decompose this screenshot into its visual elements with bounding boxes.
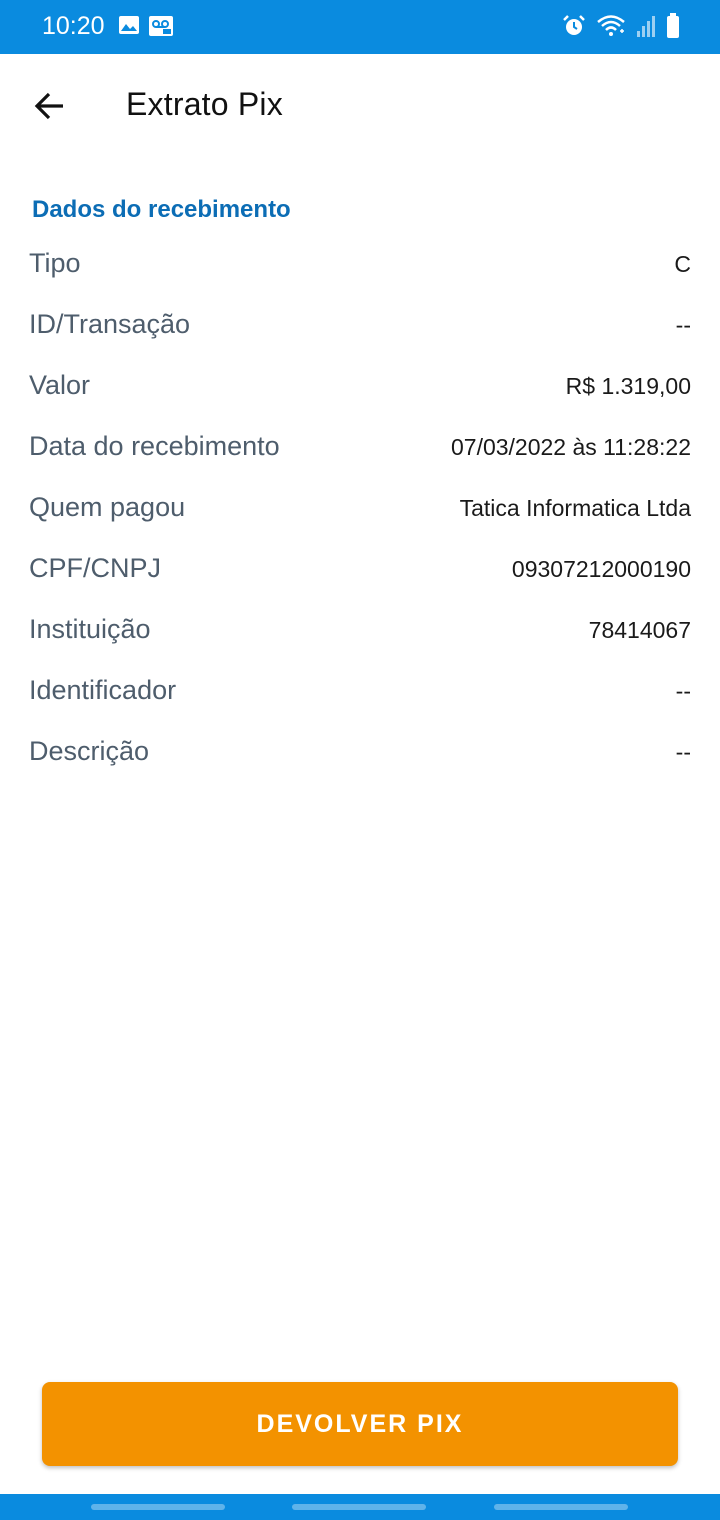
page-title: Extrato Pix: [126, 86, 283, 122]
alarm-icon: [562, 14, 586, 38]
detail-label: Instituição: [29, 614, 151, 644]
detail-label: Descrição: [29, 736, 150, 766]
nav-handle[interactable]: [494, 1504, 628, 1510]
detail-row-id-transacao: ID/Transação --: [0, 295, 720, 356]
section-title: Dados do recebimento: [32, 196, 291, 223]
detail-row-data-recebimento: Data do recebimento 07/03/2022 às 11:28:…: [0, 417, 720, 478]
arrow-left-icon: [34, 92, 63, 120]
detail-value: R$ 1.319,00: [565, 373, 691, 399]
detail-value: C: [674, 251, 691, 277]
detail-row-identificador: Identificador --: [0, 661, 720, 722]
detail-label: Valor: [29, 370, 91, 400]
status-right-icons: [562, 13, 680, 39]
detail-value: --: [675, 739, 691, 765]
nav-handle[interactable]: [91, 1504, 225, 1510]
detail-value: 78414067: [588, 617, 691, 643]
details-list: Tipo C ID/Transação -- Valor R$ 1.319,00…: [0, 234, 720, 783]
status-time: 10:20: [42, 12, 105, 40]
detail-label: Identificador: [29, 675, 177, 705]
app-bar: Extrato Pix: [0, 54, 720, 154]
navigation-bar: [0, 1494, 720, 1520]
battery-icon: [666, 13, 680, 39]
detail-value: --: [675, 312, 691, 338]
nav-handle[interactable]: [292, 1504, 426, 1510]
image-icon: [118, 15, 140, 37]
status-left-icons: [118, 15, 174, 37]
signal-icon: [636, 14, 656, 38]
wifi-icon: [596, 14, 626, 38]
detail-label: ID/Transação: [29, 309, 191, 339]
back-button[interactable]: [26, 82, 74, 130]
detail-row-tipo: Tipo C: [0, 234, 720, 295]
status-bar: 10:20: [0, 0, 720, 54]
detail-row-valor: Valor R$ 1.319,00: [0, 356, 720, 417]
detail-row-descricao: Descrição --: [0, 722, 720, 783]
detail-row-quem-pagou: Quem pagou Tatica Informatica Ltda: [0, 478, 720, 539]
detail-label: Tipo: [29, 248, 81, 278]
detail-label: CPF/CNPJ: [29, 553, 162, 583]
devolver-pix-button[interactable]: DEVOLVER PIX: [42, 1382, 678, 1466]
detail-value: 07/03/2022 às 11:28:22: [450, 434, 691, 460]
voicemail-icon: [148, 15, 174, 37]
detail-label: Data do recebimento: [29, 431, 280, 461]
detail-value: --: [675, 678, 691, 704]
detail-row-instituicao: Instituição 78414067: [0, 600, 720, 661]
detail-value: Tatica Informatica Ltda: [459, 495, 691, 521]
detail-label: Quem pagou: [29, 492, 186, 522]
detail-value: 09307212000190: [511, 556, 691, 582]
detail-row-cpf-cnpj: CPF/CNPJ 09307212000190: [0, 539, 720, 600]
